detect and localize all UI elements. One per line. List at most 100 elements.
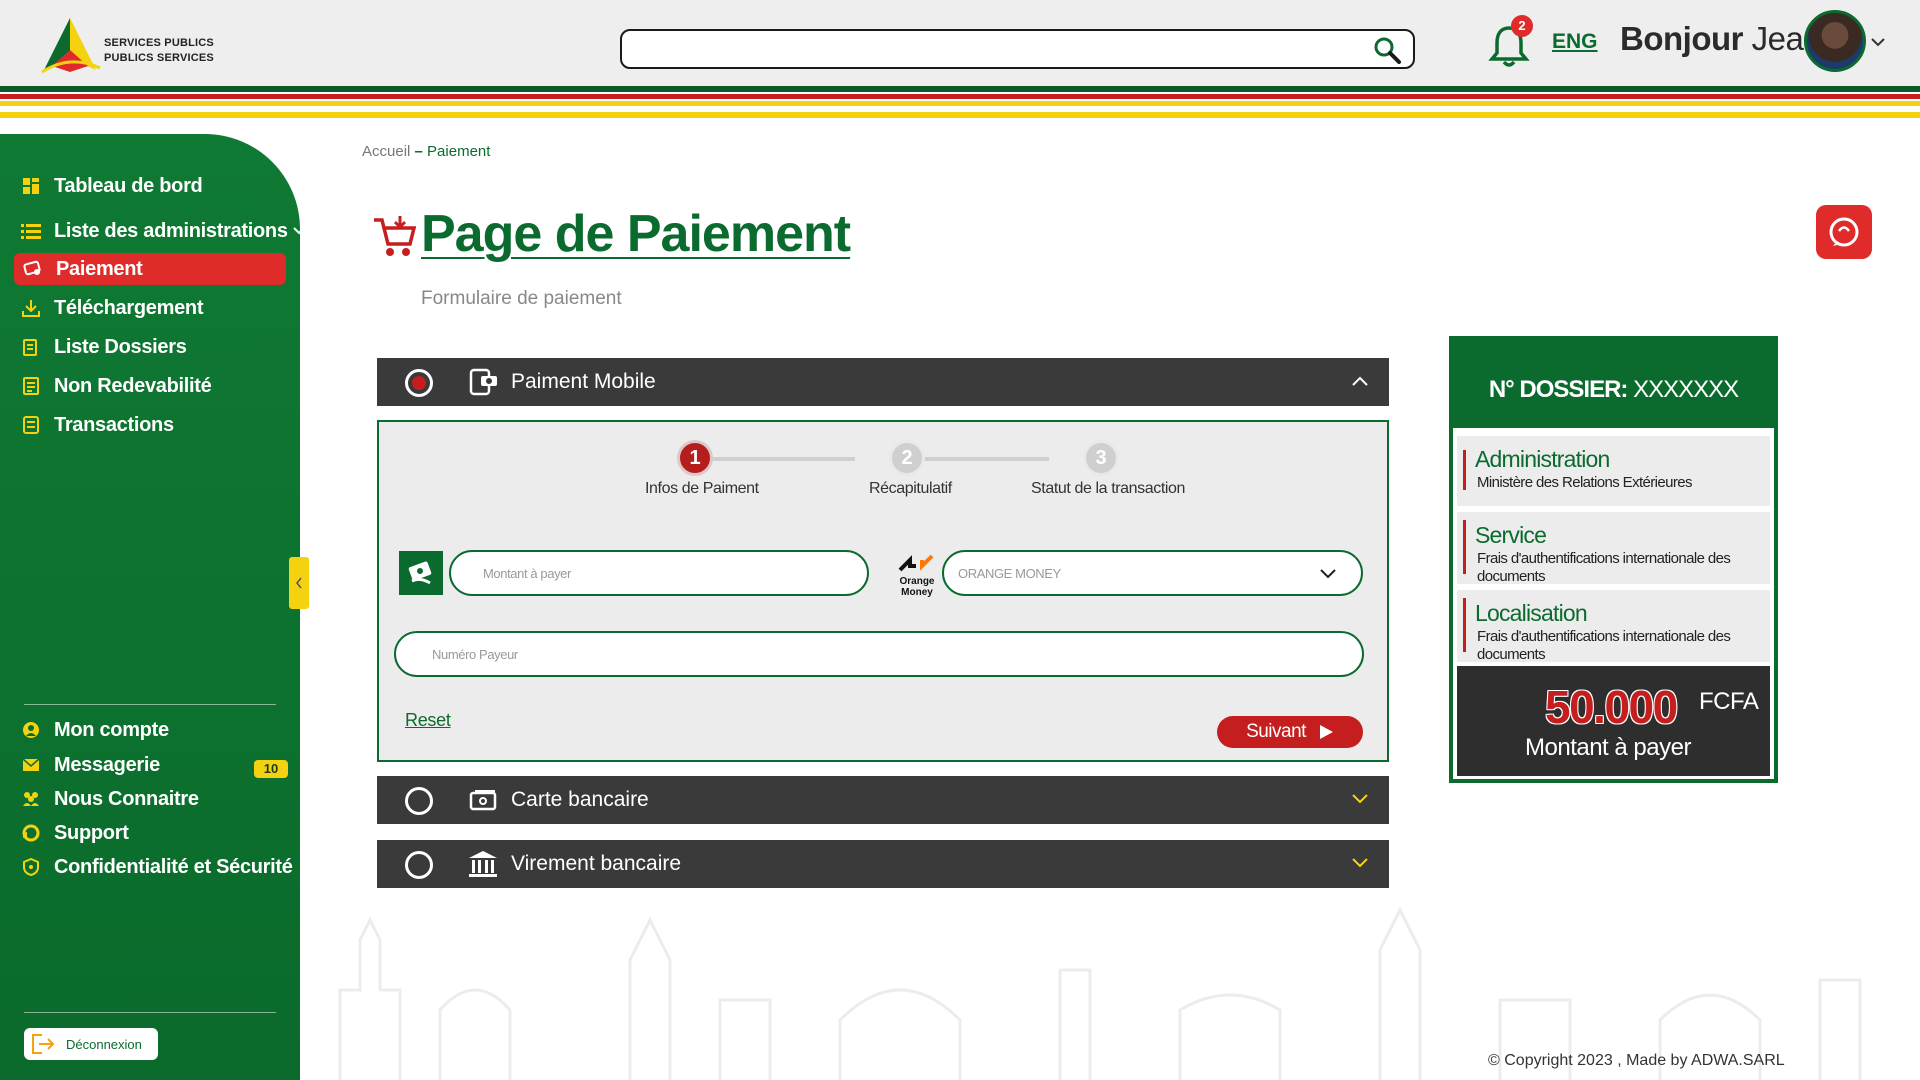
sidebar-item-transactions[interactable]: Transactions — [20, 409, 174, 441]
company-link[interactable]: ADWA.SARL — [1691, 1052, 1785, 1069]
sidebar-item-about[interactable]: Nous Connaitre — [20, 783, 199, 815]
sidebar-item-label: Liste Dossiers — [54, 335, 187, 358]
accent-bar — [1463, 520, 1466, 574]
money-icon — [399, 551, 443, 595]
page-subtitle: Formulaire de paiement — [421, 288, 622, 309]
location-value: Frais d'authentifications internationale… — [1477, 628, 1731, 663]
chevron-left-icon — [296, 577, 302, 589]
transactions-icon — [20, 414, 42, 436]
radio-bank-transfer[interactable] — [405, 851, 433, 879]
dossier-header: N° DOSSIER: XXXXXXX — [1453, 340, 1774, 428]
greeting-prefix: Bonjour — [1620, 20, 1743, 57]
location-title: Localisation — [1475, 600, 1588, 626]
sidebar-item-label: Confidentialité et Sécurité — [54, 855, 293, 878]
reset-button[interactable]: Reset — [405, 710, 451, 731]
administration-value: Ministère des Relations Extérieures — [1477, 474, 1693, 491]
sidebar-item-label: Nous Connaitre — [54, 787, 199, 810]
orange-logo-line-2: Money — [901, 587, 933, 598]
sidebar-divider-bottom — [24, 1012, 276, 1013]
payer-number-input[interactable]: Numéro Payeur — [394, 631, 1364, 677]
document-icon — [20, 375, 42, 397]
sidebar-item-download[interactable]: Téléchargement — [20, 292, 204, 324]
sidebar-divider — [24, 704, 276, 705]
sidebar-item-payment[interactable]: Paiement — [14, 253, 286, 285]
breadcrumb-home[interactable]: Accueil — [362, 143, 410, 160]
step-3-label: Statut de la transaction — [1031, 480, 1186, 497]
sidebar-item-dashboard[interactable]: Tableau de bord — [20, 170, 203, 202]
breadcrumb-separator: – — [414, 143, 423, 160]
radio-mobile-payment[interactable] — [405, 369, 433, 397]
play-icon — [1319, 725, 1333, 739]
sidebar-item-label: Messagerie — [54, 753, 160, 776]
sidebar-item-non-redevabilite[interactable]: Non Redevabilité — [20, 370, 212, 402]
sidebar-item-label: Tableau de bord — [54, 174, 203, 197]
logout-button[interactable]: Déconnexion — [24, 1028, 158, 1060]
service-value: Frais d'authentifications internationale… — [1477, 550, 1731, 585]
stripe-yellow — [0, 101, 1920, 106]
orange-money-logo: Orange Money — [898, 554, 935, 598]
chevron-down-icon[interactable] — [1870, 36, 1886, 48]
step-3-indicator: 3 — [1083, 440, 1119, 476]
mobile-payment-icon — [469, 368, 497, 396]
notification-badge: 2 — [1511, 15, 1533, 37]
orange-logo-line-1: Orange — [899, 576, 934, 587]
sidebar-collapse-toggle[interactable] — [289, 557, 309, 609]
sidebar-item-account[interactable]: Mon compte — [20, 714, 169, 746]
administration-title: Administration — [1475, 446, 1610, 472]
stripe-dark-green — [0, 86, 1920, 92]
operator-select[interactable]: ORANGE MONEY — [942, 550, 1363, 596]
accent-bar — [1463, 450, 1466, 490]
accordion-label: Virement bancaire — [511, 852, 682, 875]
chevron-up-icon — [1352, 376, 1368, 386]
chevron-down-icon — [292, 227, 305, 235]
avatar[interactable] — [1804, 10, 1866, 72]
step-1-indicator: 1 — [677, 440, 713, 476]
bank-icon — [469, 851, 497, 877]
chat-button[interactable] — [1816, 205, 1872, 259]
step-2-indicator: 2 — [889, 440, 925, 476]
shield-icon — [20, 856, 42, 878]
sidebar-item-privacy[interactable]: Confidentialité et Sécurité — [20, 851, 293, 883]
bank-card-icon — [469, 790, 497, 811]
sidebar-item-label: Paiement — [56, 257, 143, 280]
accordion-label: Carte bancaire — [511, 788, 649, 811]
radio-card-payment[interactable] — [405, 787, 433, 815]
sidebar-item-folders[interactable]: Liste Dossiers — [20, 331, 187, 363]
step-2-label: Récapitulatif — [869, 480, 952, 497]
accordion-label: Paiment Mobile — [511, 370, 656, 393]
sidebar-item-support[interactable]: Support — [20, 817, 129, 849]
location-block: Localisation Frais d'authentifications i… — [1457, 590, 1770, 663]
service-block: Service Frais d'authentifications intern… — [1457, 512, 1770, 585]
amount-currency: FCFA — [1699, 688, 1759, 715]
search-icon[interactable] — [1373, 36, 1401, 64]
mail-icon — [20, 754, 42, 776]
support-icon — [20, 822, 42, 844]
logo-text: SERVICES PUBLICS PUBLICS SERVICES — [104, 36, 214, 66]
dossier-number: XXXXXXX — [1633, 376, 1739, 403]
search-input[interactable] — [620, 29, 1415, 69]
accordion-card-payment[interactable]: Carte bancaire — [377, 776, 1389, 824]
logout-label: Déconnexion — [66, 1036, 142, 1052]
next-button-label: Suivant — [1246, 721, 1306, 742]
user-icon — [20, 719, 42, 741]
stripe-red — [0, 94, 1920, 99]
accordion-mobile-payment[interactable]: Paiment Mobile — [377, 358, 1389, 406]
messages-count-badge: 10 — [254, 760, 288, 778]
operator-selected-value: ORANGE MONEY — [958, 565, 1061, 581]
amount-box: 50.000 FCFA Montant à payer — [1457, 666, 1770, 776]
top-header: SERVICES PUBLICS PUBLICS SERVICES 2 ENG … — [0, 0, 1920, 86]
sidebar-item-administrations[interactable]: Liste des administrations — [20, 215, 306, 247]
language-switch[interactable]: ENG — [1552, 30, 1598, 54]
list-icon — [20, 220, 42, 242]
copyright-text: © Copyright 2023 , Made by — [1488, 1052, 1688, 1069]
administration-block: Administration Ministère des Relations E… — [1457, 436, 1770, 506]
next-button[interactable]: Suivant — [1217, 716, 1363, 748]
amount-input[interactable]: Montant à payer — [449, 550, 869, 596]
step-1-label: Infos de Paiment — [645, 480, 759, 497]
breadcrumb-current: Paiement — [427, 143, 491, 160]
page-title: Page de Paiement — [421, 205, 851, 263]
amount-label: Montant à payer — [1525, 734, 1691, 761]
sidebar-item-messages[interactable]: Messagerie — [20, 749, 160, 781]
payment-icon — [22, 258, 44, 280]
accordion-bank-transfer[interactable]: Virement bancaire — [377, 840, 1389, 888]
